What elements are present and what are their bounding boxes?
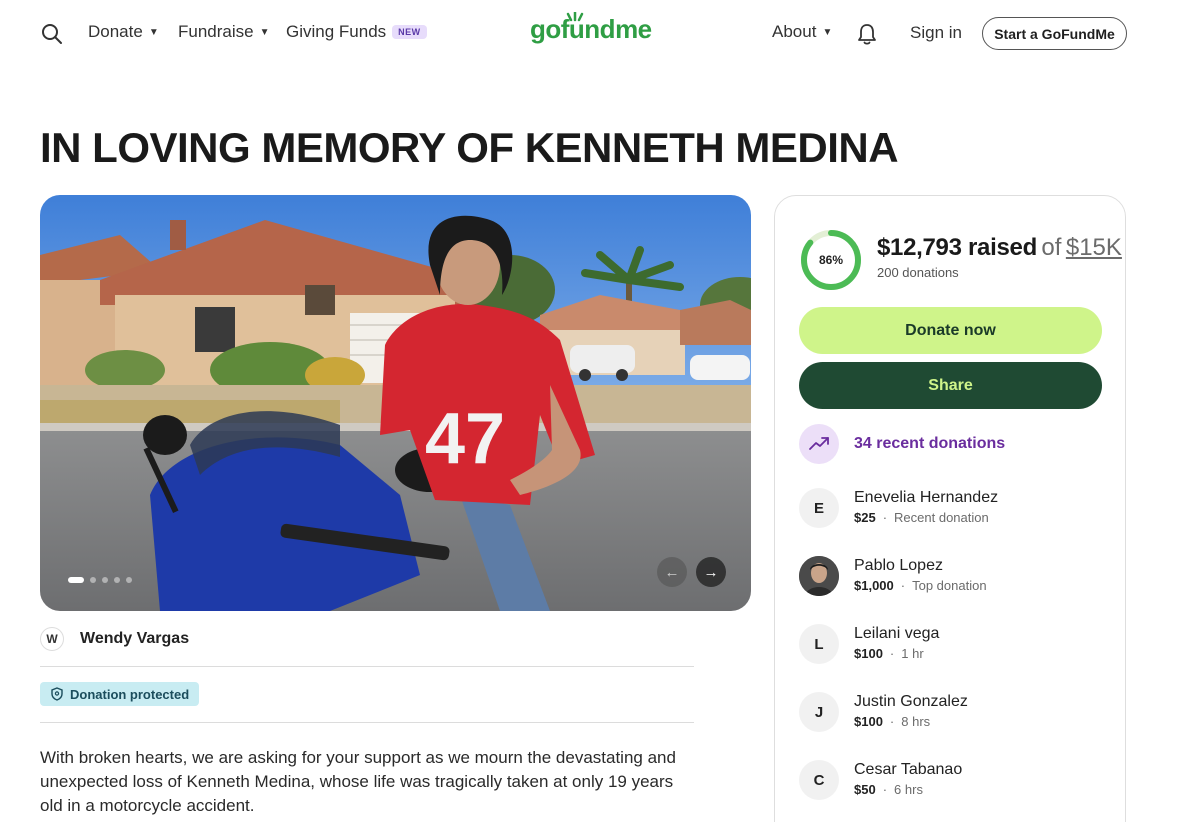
donor-note: 6 hrs — [894, 782, 923, 797]
donor-name: Pablo Lopez — [854, 557, 943, 574]
carousel-dot[interactable] — [68, 577, 84, 583]
donor-photo — [799, 556, 839, 596]
raised-of-text: of — [1041, 234, 1062, 261]
shield-icon — [51, 687, 63, 701]
donation-card: 86% $12,793 raised of $15K 200 donations… — [774, 195, 1126, 822]
donor-photo-avatar — [799, 556, 839, 596]
donor-avatar: J — [799, 692, 839, 732]
caret-down-icon: ▼ — [822, 26, 833, 38]
donor-note: 1 hr — [901, 646, 924, 661]
carousel-dot[interactable] — [126, 577, 132, 583]
raised-summary: $12,793 raised of $15K — [877, 234, 1122, 262]
donor-note: Recent donation — [894, 510, 989, 525]
nav-donate-label: Donate — [88, 22, 143, 41]
donor-item: C Cesar Tabanao $50 · 6 hrs — [799, 760, 962, 800]
logo-sprout-icon — [566, 12, 584, 22]
nav-giving-funds[interactable]: Giving Funds NEW — [286, 22, 427, 42]
nav-about-label: About — [772, 22, 817, 41]
donor-amount: $25 — [854, 510, 876, 525]
donor-amount: $1,000 — [854, 578, 894, 593]
nav-fundraise-label: Fundraise — [178, 22, 254, 41]
donor-amount: $50 — [854, 782, 876, 797]
new-badge: NEW — [392, 25, 427, 39]
campaign-photo[interactable]: 47 ← → — [40, 195, 751, 611]
donor-item: Pablo Lopez $1,000 · Top donation — [799, 556, 987, 596]
donor-name: Enevelia Hernandez — [854, 489, 999, 506]
divider — [40, 666, 694, 667]
organizer[interactable]: W Wendy Vargas — [40, 627, 189, 651]
carousel-dot[interactable] — [90, 577, 96, 583]
carousel-prev-button[interactable]: ← — [657, 557, 687, 587]
progress-percent: 86% — [818, 253, 844, 267]
jersey-number: 47 — [425, 399, 505, 479]
donor-item: L Leilani vega $100 · 1 hr — [799, 624, 939, 664]
carousel-next-button[interactable]: → — [696, 557, 726, 587]
bell-icon[interactable] — [856, 22, 878, 46]
divider — [40, 722, 694, 723]
goal-amount[interactable]: $15K — [1066, 234, 1122, 261]
organizer-name: Wendy Vargas — [80, 630, 190, 647]
start-gofundme-button[interactable]: Start a GoFundMe — [982, 17, 1127, 50]
donor-name: Justin Gonzalez — [854, 693, 968, 710]
donation-protected-badge[interactable]: Donation protected — [40, 682, 200, 706]
page-title: IN LOVING MEMORY OF KENNETH MEDINA — [40, 124, 899, 171]
donor-avatar: C — [799, 760, 839, 800]
donation-count: 200 donations — [877, 265, 959, 280]
caret-down-icon: ▼ — [148, 26, 159, 38]
sign-in-link[interactable]: Sign in — [910, 23, 962, 43]
photo-illustration: 47 — [40, 195, 751, 611]
caret-down-icon: ▼ — [259, 26, 270, 38]
donor-avatar: E — [799, 488, 839, 528]
raised-amount: $12,793 raised — [877, 234, 1037, 261]
donor-note: Top donation — [912, 578, 987, 593]
organizer-avatar: W — [40, 627, 64, 651]
donor-item: J Justin Gonzalez $100 · 8 hrs — [799, 692, 968, 732]
trending-up-icon — [799, 424, 839, 464]
recent-donations-label: 34 recent donations — [854, 435, 1006, 452]
progress-ring: 86% — [799, 228, 863, 292]
carousel-dots — [68, 577, 132, 583]
site-header: Donate ▼ Fundraise ▼ Giving Funds NEW go… — [0, 0, 1200, 68]
donor-amount: $100 — [854, 714, 883, 729]
donor-avatar: L — [799, 624, 839, 664]
story-text: With broken hearts, we are asking for yo… — [40, 748, 676, 815]
nav-fundraise[interactable]: Fundraise ▼ — [178, 22, 270, 42]
share-button[interactable]: Share — [799, 362, 1102, 409]
carousel-dot[interactable] — [114, 577, 120, 583]
donor-name: Cesar Tabanao — [854, 761, 963, 778]
donor-item: E Enevelia Hernandez $25 · Recent donation — [799, 488, 998, 528]
donor-amount: $100 — [854, 646, 883, 661]
nav-about[interactable]: About ▼ — [772, 22, 832, 42]
donation-protected-label: Donation protected — [70, 686, 190, 702]
logo-text: gofundme — [530, 14, 652, 44]
search-icon[interactable] — [40, 22, 64, 46]
nav-giving-funds-label: Giving Funds — [286, 22, 387, 41]
nav-donate[interactable]: Donate ▼ — [88, 22, 159, 42]
recent-donations-link[interactable]: 34 recent donations — [799, 424, 1005, 464]
donor-name: Leilani vega — [854, 625, 940, 642]
donate-now-button[interactable]: Donate now — [799, 307, 1102, 354]
donor-note: 8 hrs — [901, 714, 931, 729]
carousel-dot[interactable] — [102, 577, 108, 583]
gofundme-logo[interactable]: gofundme — [530, 14, 652, 45]
